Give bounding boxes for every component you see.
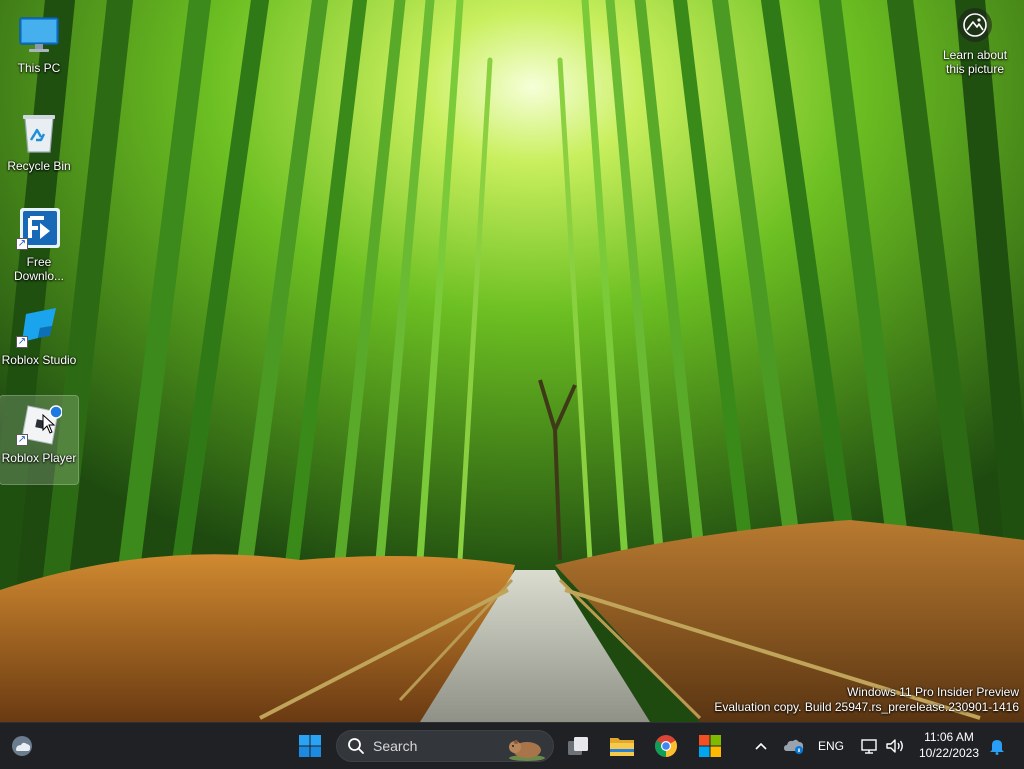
network-monitor-icon — [861, 739, 877, 754]
cloud-weather-icon — [12, 736, 32, 756]
taskbar-search-box[interactable]: Search — [336, 730, 554, 762]
desktop-icon-label: Roblox Player — [1, 451, 77, 465]
search-highlight-animal-icon — [509, 740, 545, 761]
windows-logo-icon — [299, 735, 321, 757]
task-view-button[interactable] — [562, 730, 594, 762]
chevron-up-icon — [755, 742, 767, 750]
learn-about-picture[interactable]: Learn about this picture — [934, 8, 1016, 76]
desktop-icon-roblox-studio[interactable]: ↗ Roblox Studio — [0, 298, 78, 386]
microsoft-store-icon — [699, 735, 721, 757]
desktop-icon-label: Roblox Studio — [1, 353, 77, 367]
evaluation-watermark: Windows 11 Pro Insider Preview Evaluatio… — [714, 685, 1019, 715]
camera-lens-icon — [958, 8, 992, 42]
desktop-wallpaper — [0, 0, 1024, 722]
free-download-manager-icon: ↗ — [16, 206, 62, 252]
file-explorer-button[interactable] — [606, 730, 638, 762]
watermark-line-1: Windows 11 Pro Insider Preview — [847, 685, 1019, 699]
taskbar: Search ENG 11:06 AM 10/22/2023 — [0, 722, 1024, 769]
shortcut-arrow-icon: ↗ — [16, 238, 28, 250]
start-button[interactable] — [294, 730, 326, 762]
desktop-icon-label: This PC — [17, 61, 61, 75]
weather-widget-button[interactable] — [6, 730, 38, 762]
learn-about-picture-label: Learn about this picture — [942, 48, 1008, 76]
desktop-icon-free-download-manager[interactable]: ↗ Free Downlo... — [0, 200, 78, 288]
shortcut-arrow-icon: ↗ — [16, 336, 28, 348]
chrome-button[interactable] — [650, 730, 682, 762]
task-view-icon — [568, 737, 588, 755]
desktop-icon-this-pc[interactable]: This PC — [0, 6, 78, 94]
volume-tray-button[interactable] — [884, 733, 906, 759]
shortcut-arrow-icon: ↗ — [16, 434, 28, 446]
notifications-button[interactable] — [986, 733, 1008, 759]
monitor-icon — [16, 12, 62, 58]
desktop-icon-recycle-bin[interactable]: Recycle Bin — [0, 104, 78, 192]
speaker-icon — [886, 739, 903, 753]
microsoft-store-button[interactable] — [694, 730, 726, 762]
mouse-cursor-icon — [42, 414, 56, 434]
input-language-indicator[interactable]: ENG — [814, 733, 848, 759]
roblox-studio-icon: ↗ — [16, 304, 62, 350]
network-tray-button[interactable] — [858, 733, 880, 759]
desktop-icon-label: Free Downlo... — [13, 255, 65, 283]
bell-icon — [990, 740, 1004, 755]
watermark-line-2: Evaluation copy. Build 25947.rs_prerelea… — [714, 700, 1019, 714]
clock-date: 10/22/2023 — [918, 746, 980, 760]
system-clock[interactable]: 11:06 AM 10/22/2023 — [914, 729, 984, 761]
search-placeholder: Search — [373, 738, 418, 754]
show-hidden-icons-button[interactable] — [750, 733, 772, 759]
onedrive-cloud-icon — [784, 739, 804, 754]
clock-time: 11:06 AM — [924, 730, 974, 744]
file-explorer-icon — [610, 738, 634, 756]
desktop-icon-roblox-player[interactable]: ↗ Roblox Player — [0, 395, 79, 485]
desktop-icon-label: Recycle Bin — [7, 159, 71, 173]
chrome-icon — [655, 735, 677, 757]
bamboo-forest-image — [0, 0, 1024, 722]
search-icon — [348, 738, 364, 754]
onedrive-tray-button[interactable] — [782, 733, 806, 759]
recycle-bin-icon — [16, 110, 62, 156]
